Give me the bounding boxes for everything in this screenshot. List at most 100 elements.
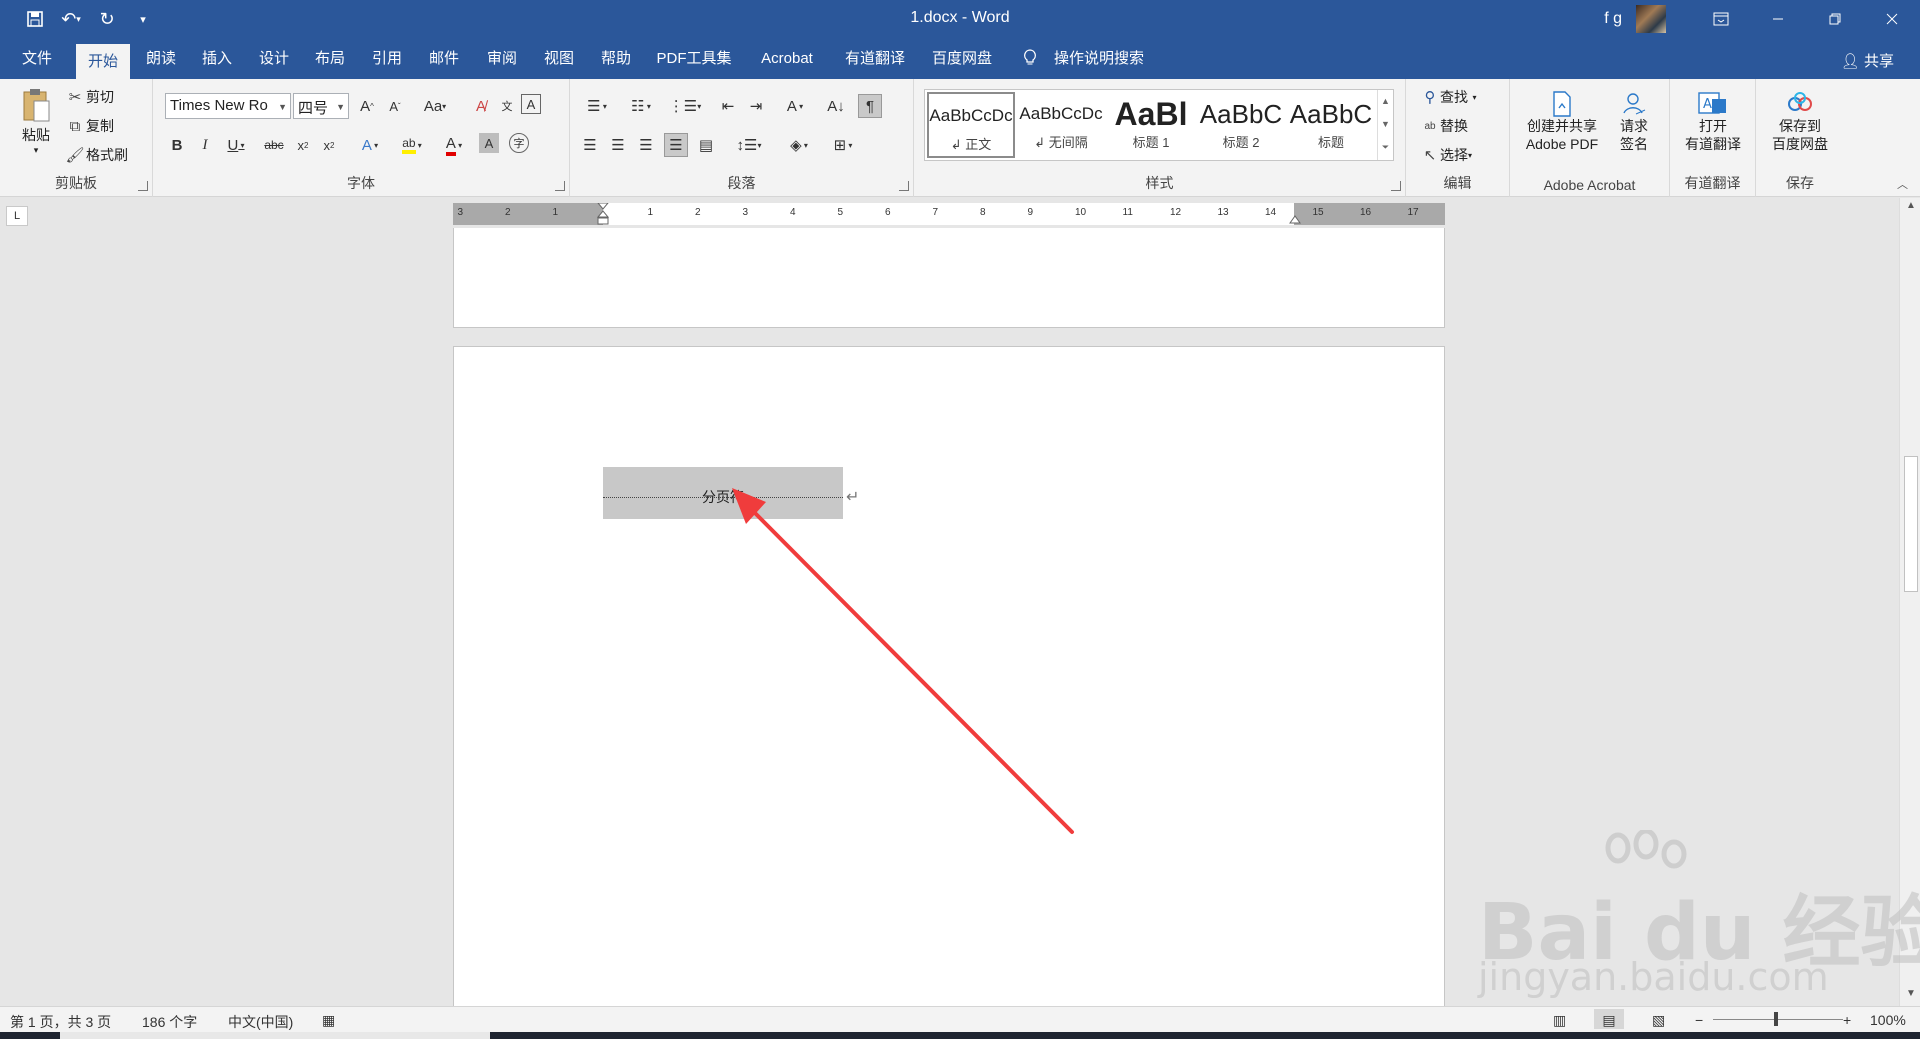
italic-icon[interactable]: I [193, 133, 217, 157]
style-normal[interactable]: AaBbCcDc ↲ 正文 [927, 92, 1015, 158]
font-name-select[interactable]: Times New Ro ▼ [165, 93, 291, 119]
collapse-ribbon-icon[interactable]: ︿ [1897, 176, 1908, 192]
style-heading-2[interactable]: AaBbC 标题 2 [1197, 92, 1285, 158]
zoom-slider[interactable] [1713, 1019, 1843, 1020]
style-title[interactable]: AaBbC 标题 [1287, 92, 1375, 158]
numbering-icon[interactable]: ☷ ▾ [622, 94, 660, 118]
clipboard-launcher-icon[interactable] [138, 181, 148, 191]
tab-selector[interactable]: L [6, 206, 28, 226]
scroll-up-icon[interactable]: ▲ [1904, 200, 1918, 216]
select-button[interactable]: ↖ 选择 ▾ [1420, 145, 1472, 165]
clear-formatting-icon[interactable]: A̸ [469, 94, 493, 118]
cut-button[interactable]: ✂ 剪切 [64, 87, 114, 107]
font-size-select[interactable]: 四号 ▼ [293, 93, 349, 119]
avatar[interactable] [1636, 5, 1666, 33]
find-button[interactable]: ⚲ 查找 ▾ [1420, 87, 1477, 107]
styles-launcher-icon[interactable] [1391, 181, 1401, 191]
increase-indent-icon[interactable]: ⇥ [744, 94, 768, 118]
format-painter-button[interactable]: 🖌︎ 格式刷 [64, 145, 128, 165]
gallery-down-icon[interactable]: ▼ [1378, 113, 1393, 136]
multilevel-list-icon[interactable]: ⋮☰ ▾ [666, 94, 704, 118]
decrease-indent-icon[interactable]: ⇤ [716, 94, 740, 118]
open-youdao-button[interactable]: A 打开 有道翻译 [1678, 91, 1748, 153]
zoom-out-icon[interactable]: − [1695, 1012, 1703, 1028]
copy-button[interactable]: ⧉ 复制 [64, 116, 114, 136]
gallery-more-icon[interactable]: ⏷ [1378, 136, 1393, 159]
request-signature-button[interactable]: 请求 签名 [1612, 91, 1656, 153]
asian-layout-icon[interactable]: A ▾ [776, 94, 814, 118]
strikethrough-icon[interactable]: abc [259, 133, 289, 157]
zoom-level[interactable]: 100% [1870, 1012, 1906, 1028]
font-color-icon[interactable]: A ▾ [437, 133, 471, 157]
language-indicator[interactable]: 中文(中国) [228, 1012, 293, 1032]
align-right-icon[interactable]: ☰ [634, 133, 658, 157]
paragraph-launcher-icon[interactable] [899, 181, 909, 191]
grow-font-icon[interactable]: A ^ [355, 94, 379, 118]
zoom-in-icon[interactable]: + [1843, 1012, 1851, 1028]
borders-icon[interactable]: ⊞ ▾ [824, 133, 862, 157]
phonetic-guide-icon[interactable]: 文 [495, 94, 519, 118]
ribbon-display-options-icon[interactable] [1692, 0, 1749, 38]
font-launcher-icon[interactable] [555, 181, 565, 191]
tab-baidu-netdisk[interactable]: 百度网盘 [925, 38, 999, 79]
user-initials[interactable]: f g [1604, 10, 1622, 28]
superscript-icon[interactable]: x2 [317, 133, 341, 157]
save-to-baidu-button[interactable]: 保存到 百度网盘 [1764, 91, 1836, 153]
create-share-pdf-button[interactable]: 创建并共享 Adobe PDF [1520, 91, 1604, 153]
show-marks-icon[interactable]: ¶ [858, 94, 882, 118]
restore-icon[interactable] [1806, 0, 1863, 38]
align-center-icon[interactable]: ☰ [606, 133, 630, 157]
text-effects-icon[interactable]: A ▾ [353, 133, 387, 157]
tab-acrobat[interactable]: Acrobat [752, 38, 822, 79]
underline-icon[interactable]: U ▾ [219, 133, 253, 157]
justify-icon[interactable]: ☰ [664, 133, 688, 157]
word-count[interactable]: 186 个字 [142, 1012, 197, 1032]
document-page-1[interactable] [453, 228, 1445, 328]
highlight-color-icon[interactable]: ab ▾ [395, 133, 429, 157]
macro-record-icon[interactable]: ▦ [322, 1012, 335, 1029]
gallery-up-icon[interactable]: ▲ [1378, 90, 1393, 113]
subscript-icon[interactable]: x2 [291, 133, 315, 157]
character-border-icon[interactable]: A [521, 94, 541, 114]
tell-me-search[interactable]: 操作说明搜索 [1052, 38, 1146, 79]
tab-file[interactable]: 文件 [12, 38, 62, 79]
change-case-button[interactable]: Aa ▾ [419, 94, 451, 118]
bullets-icon[interactable]: ☰ ▾ [578, 94, 616, 118]
style-heading-1[interactable]: AaBl 标题 1 [1107, 92, 1195, 158]
tab-design[interactable]: 设计 [251, 38, 297, 79]
tab-mailings[interactable]: 邮件 [421, 38, 467, 79]
distributed-icon[interactable]: ▤ [694, 133, 718, 157]
replace-button[interactable]: ab 替换 [1420, 116, 1468, 136]
tab-layout[interactable]: 布局 [307, 38, 353, 79]
share-button[interactable]: 👤︎ 共享 [1841, 50, 1894, 71]
sort-icon[interactable]: A↓ [824, 94, 848, 118]
tab-references[interactable]: 引用 [364, 38, 410, 79]
tab-insert[interactable]: 插入 [194, 38, 240, 79]
enclose-characters-icon[interactable]: 字 [509, 133, 529, 153]
tab-youdao[interactable]: 有道翻译 [838, 38, 912, 79]
tab-pdf-tools[interactable]: PDF工具集 [652, 38, 736, 79]
horizontal-ruler[interactable]: 3 2 1 1 2 3 4 5 6 7 8 9 10 11 12 13 14 15 16 17 [453, 203, 1445, 225]
scroll-down-icon[interactable]: ▼ [1904, 988, 1918, 1004]
scroll-thumb[interactable] [1904, 456, 1918, 592]
tab-home[interactable]: 开始 [76, 44, 130, 79]
zoom-slider-thumb[interactable] [1774, 1012, 1778, 1026]
tab-review[interactable]: 审阅 [479, 38, 525, 79]
right-indent-marker-icon[interactable] [1288, 211, 1302, 225]
close-icon[interactable] [1863, 0, 1920, 38]
tab-help[interactable]: 帮助 [593, 38, 639, 79]
indent-marker-icon[interactable] [596, 203, 610, 231]
align-left-icon[interactable]: ☰ [578, 133, 602, 157]
line-spacing-icon[interactable]: ↕☰ ▾ [730, 133, 768, 157]
web-layout-icon[interactable]: ▧ [1652, 1012, 1665, 1029]
shrink-font-icon[interactable]: Aˇ [383, 94, 407, 118]
bold-icon[interactable]: B [165, 133, 189, 157]
paste-button[interactable]: 粘贴 ▾ [14, 87, 58, 156]
style-no-spacing[interactable]: AaBbCcDc ↲ 无间隔 [1017, 92, 1105, 158]
tab-read-aloud[interactable]: 朗读 [138, 38, 184, 79]
minimize-icon[interactable] [1749, 0, 1806, 38]
read-mode-icon[interactable]: ▥ [1553, 1012, 1566, 1029]
character-shading-icon[interactable]: A [479, 133, 499, 153]
tab-view[interactable]: 视图 [536, 38, 582, 79]
page-count[interactable]: 第 1 页，共 3 页 [10, 1012, 111, 1032]
